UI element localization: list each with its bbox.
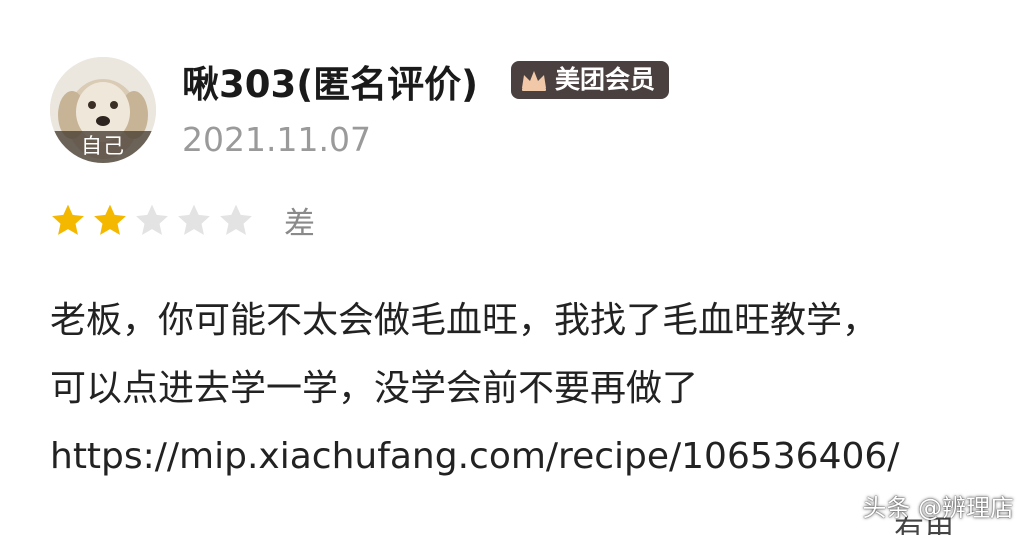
star-filled-icon bbox=[94, 204, 126, 235]
star-empty-icon bbox=[220, 204, 252, 235]
avatar[interactable]: 自己 bbox=[50, 57, 156, 163]
self-tag: 自己 bbox=[50, 131, 156, 163]
star-empty-icon bbox=[136, 204, 168, 235]
watermark: 头条 @辨理店 bbox=[862, 494, 1014, 522]
member-badge-label: 美团会员 bbox=[555, 65, 656, 94]
review-text: 老板，你可能不太会做毛血旺，我找了毛血旺教学， 可以点进去学一学，没学会前不要再… bbox=[50, 287, 1010, 491]
review-line-2: 可以点进去学一学，没学会前不要再做了 bbox=[50, 368, 699, 409]
review-line-1: 老板，你可能不太会做毛血旺，我找了毛血旺教学， bbox=[50, 300, 879, 341]
review-date: 2021.11.07 bbox=[182, 120, 371, 159]
rating-label: 差 bbox=[284, 206, 315, 242]
crown-icon bbox=[519, 68, 549, 92]
star-filled-icon bbox=[52, 204, 84, 235]
review-card: 自己 啾303(匿名评价) 美团会员 2021.11.07 差 老板，你可能不太… bbox=[0, 0, 1028, 535]
reviewer-name[interactable]: 啾303(匿名评价) bbox=[182, 61, 478, 109]
star-rating bbox=[50, 203, 254, 237]
star-empty-icon bbox=[178, 204, 210, 235]
review-link[interactable]: https://mip.xiachufang.com/recipe/106536… bbox=[50, 423, 1010, 491]
member-badge: 美团会员 bbox=[511, 61, 670, 99]
